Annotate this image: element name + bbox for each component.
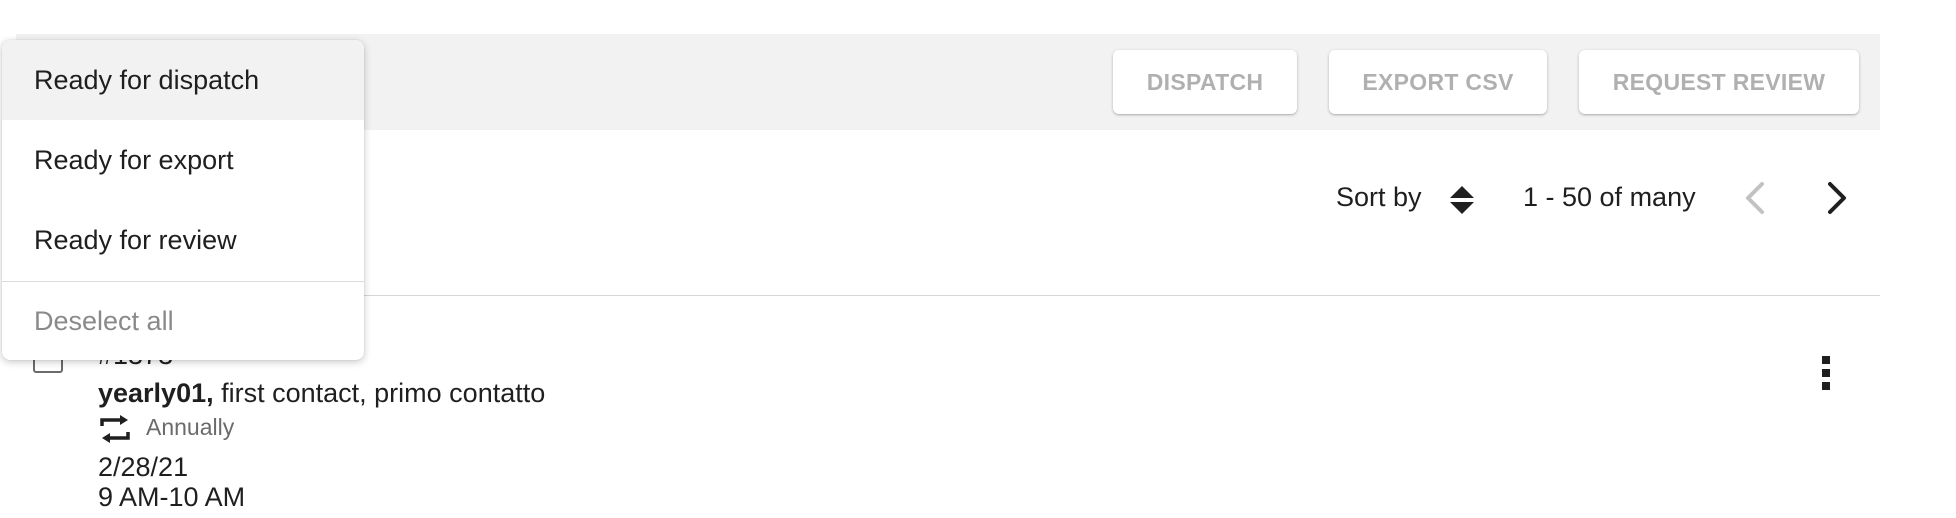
menu-item-deselect-all[interactable]: Deselect all <box>2 282 364 360</box>
item-time: 9 AM-10 AM <box>98 482 246 512</box>
item-title-description: first contact, primo contatto <box>213 378 546 408</box>
selection-dropdown-menu: Ready for dispatch Ready for export Read… <box>2 40 364 360</box>
menu-item-ready-for-export[interactable]: Ready for export <box>2 120 364 200</box>
item-title-name: yearly01, <box>98 378 214 408</box>
menu-item-ready-for-review[interactable]: Ready for review <box>2 200 364 280</box>
item-date: 2/28/21 <box>98 452 189 482</box>
recurrence-frequency: Annually <box>146 414 235 440</box>
request-review-button[interactable]: REQUEST REVIEW <box>1579 50 1859 114</box>
pagination-range: 1 - 50 of many <box>1523 182 1696 212</box>
chevron-left-icon[interactable] <box>1740 180 1770 216</box>
sort-by-label[interactable]: Sort by <box>1336 182 1422 213</box>
repeat-icon <box>100 415 130 443</box>
more-vertical-icon[interactable] <box>1812 354 1840 392</box>
menu-item-ready-for-dispatch[interactable]: Ready for dispatch <box>2 40 364 120</box>
export-csv-button[interactable]: EXPORT CSV <box>1329 50 1547 114</box>
sort-icon[interactable] <box>1448 184 1476 216</box>
item-title[interactable]: yearly01, first contact, primo contatto <box>98 378 545 409</box>
page: DISPATCH EXPORT CSV REQUEST REVIEW Sort … <box>0 0 1956 518</box>
dispatch-button[interactable]: DISPATCH <box>1113 50 1297 114</box>
chevron-right-icon[interactable] <box>1822 180 1852 216</box>
